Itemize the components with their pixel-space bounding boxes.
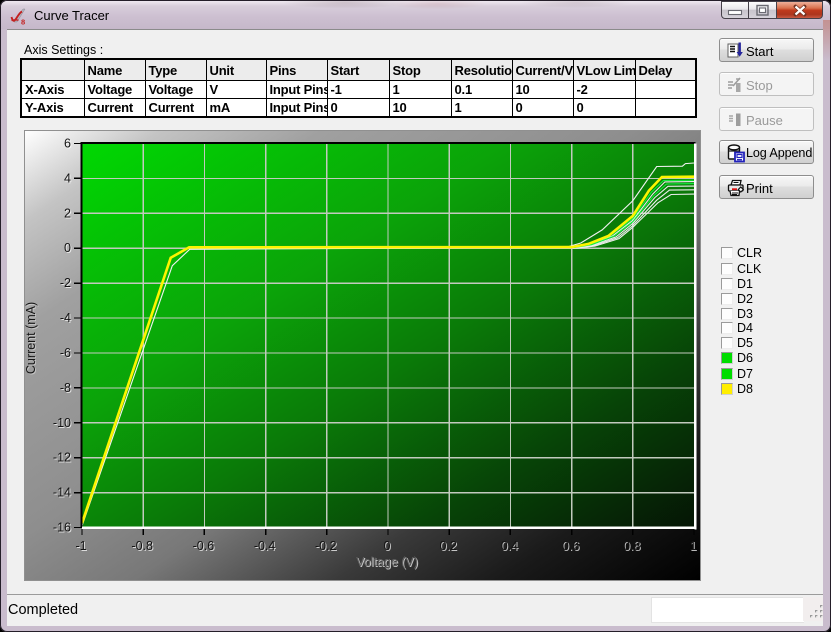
svg-text:-0.4: -0.4 — [254, 539, 276, 553]
svg-text:1: 1 — [690, 539, 697, 553]
svg-text:-1: -1 — [75, 539, 86, 553]
svg-text:0.6: 0.6 — [562, 539, 579, 553]
svg-text:-4: -4 — [60, 311, 71, 325]
svg-text:-0.6: -0.6 — [193, 539, 215, 553]
svg-text:-0.8: -0.8 — [131, 539, 153, 553]
svg-text:-2: -2 — [60, 276, 71, 290]
svg-text:0: 0 — [384, 539, 391, 553]
svg-text:-0.2: -0.2 — [315, 539, 337, 553]
svg-text:-10: -10 — [53, 416, 71, 430]
svg-text:4: 4 — [64, 171, 71, 185]
svg-text:-6: -6 — [60, 346, 71, 360]
svg-text:2: 2 — [64, 206, 71, 220]
svg-text:-14: -14 — [53, 486, 71, 500]
svg-text:0.4: 0.4 — [501, 539, 518, 553]
svg-text:6: 6 — [64, 137, 71, 151]
svg-text:8: 8 — [21, 18, 25, 26]
svg-text:-12: -12 — [53, 451, 71, 465]
svg-text:0.8: 0.8 — [623, 539, 640, 553]
svg-text:-16: -16 — [53, 521, 71, 535]
svg-text:0.2: 0.2 — [440, 539, 457, 553]
svg-text:Current (mA): Current (mA) — [24, 302, 38, 374]
svg-text:Voltage (V): Voltage (V) — [356, 555, 418, 569]
svg-text:-8: -8 — [60, 381, 71, 395]
svg-text:0: 0 — [64, 241, 71, 255]
